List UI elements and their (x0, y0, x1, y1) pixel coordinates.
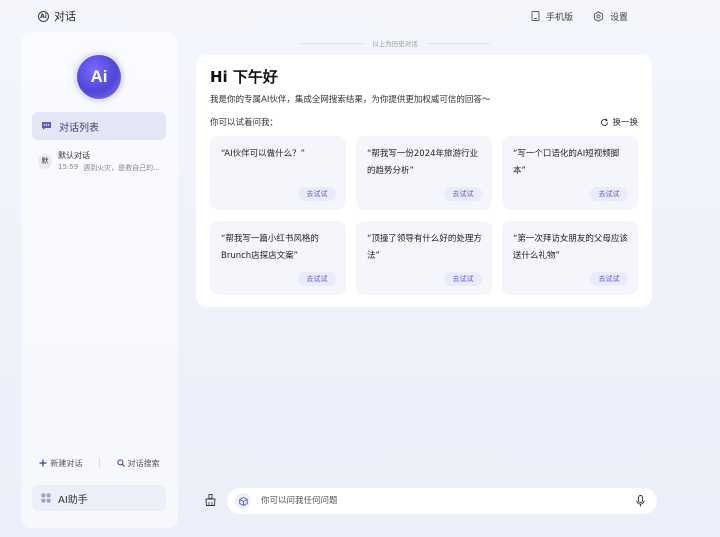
history-label: 以上为历史对话 (372, 40, 418, 48)
conversation-meta: 15:59 遇到火灾，是救自己的... (58, 163, 166, 173)
mobile-version-button[interactable]: 手机版 (531, 10, 573, 23)
top-bar: Ai 对话 手机版 设置 (0, 0, 720, 32)
gear-icon (593, 10, 604, 22)
refresh-label: 换一换 (612, 118, 638, 128)
chat-input[interactable] (261, 496, 621, 506)
search-chat-button[interactable]: 对话搜索 (117, 458, 160, 469)
microphone-icon (635, 495, 645, 507)
cube-icon (238, 496, 248, 506)
settings-button[interactable]: 设置 (593, 10, 628, 23)
try-button[interactable]: 去试试 (444, 272, 482, 286)
settings-label: 设置 (609, 12, 628, 23)
conversation-preview: 遇到火灾，是救自己的... (83, 163, 160, 172)
app-brand: Ai 对话 (38, 8, 76, 24)
conversation-item[interactable]: 默 默认对话 15:59 遇到火灾，是救自己的... (32, 147, 166, 175)
microphone-button[interactable] (633, 494, 647, 508)
broom-clear-icon (205, 494, 216, 506)
new-chat-label: 新建对话 (50, 458, 83, 468)
app-title: 对话 (54, 10, 76, 23)
ai-avatar: Ai (77, 55, 121, 99)
suggestion-text: “顶撞了领导有什么好的处理方法” (367, 234, 482, 261)
refresh-suggestions-button[interactable]: 换一换 (600, 116, 638, 128)
suggestion-text: “第一次拜访女朋友的父母应该送什么礼物” (513, 234, 628, 261)
divider-line-left (300, 42, 365, 44)
search-icon (117, 459, 125, 467)
suggestion-text: “帮我写一篇小红书风格的Brunch店探店文案” (221, 234, 319, 261)
suggestion-card[interactable]: “写一个口语化的AI短视频脚本” 去试试 (502, 136, 638, 210)
try-button[interactable]: 去试试 (298, 272, 336, 286)
welcome-card: Hi 下午好 我是你的专属AI伙伴，集成全网搜索结果，为你提供更加权威可信的回答… (196, 55, 652, 307)
conversation-title: 默认对话 (58, 150, 90, 160)
suggestion-text: “写一个口语化的AI短视频脚本” (513, 149, 620, 176)
try-button[interactable]: 去试试 (444, 187, 482, 201)
refresh-icon (600, 118, 609, 127)
suggestion-card[interactable]: “顶撞了领导有什么好的处理方法” 去试试 (356, 221, 492, 295)
plus-icon (39, 459, 47, 467)
grid-apps-icon (41, 493, 51, 503)
sidebar-item-conversation-list[interactable]: 对话列表 (32, 112, 166, 140)
chat-bubble-icon (41, 121, 52, 131)
try-button[interactable]: 去试试 (590, 187, 628, 201)
conversation-time: 15:59 (58, 162, 79, 171)
tablet-icon (531, 11, 540, 21)
try-button[interactable]: 去试试 (590, 272, 628, 286)
conversation-badge: 默 (38, 153, 52, 169)
greeting-title: Hi 下午好 (210, 68, 278, 86)
suggestion-text: “AI伙伴可以做什么？” (221, 149, 306, 159)
ai-assistant-button[interactable]: AI助手 (32, 485, 166, 511)
top-actions: 手机版 设置 (531, 10, 628, 23)
sidebar: Ai 对话列表 默 默认对话 15:59 遇到火灾，是救自己的... 新建对话 (21, 32, 178, 528)
mobile-version-label: 手机版 (545, 12, 573, 23)
suggestions-label: 你可以试着问我： (210, 118, 279, 128)
suggestion-text: “帮我写一份2024年旅游行业的趋势分析” (367, 149, 479, 176)
edit-button[interactable] (201, 491, 219, 509)
sidebar-item-label: 对话列表 (59, 122, 99, 134)
conversation-text: 默认对话 15:59 遇到火灾，是救自己的... (58, 150, 166, 173)
divider (98, 458, 100, 468)
ai-logo-icon: Ai (38, 10, 49, 22)
new-chat-button[interactable]: 新建对话 (39, 458, 82, 469)
ai-assistant-label: AI助手 (58, 494, 88, 506)
search-chat-label: 对话搜索 (127, 458, 160, 468)
sidebar-actions: 新建对话 对话搜索 (21, 456, 178, 470)
divider-line-right (425, 42, 490, 44)
history-divider: 以上为历史对话 (300, 38, 490, 48)
chat-input-bar (227, 488, 657, 514)
try-button[interactable]: 去试试 (298, 187, 336, 201)
suggestion-card[interactable]: “第一次拜访女朋友的父母应该送什么礼物” 去试试 (502, 221, 638, 295)
plugin-button[interactable] (235, 493, 251, 509)
suggestion-card[interactable]: “帮我写一篇小红书风格的Brunch店探店文案” 去试试 (210, 221, 346, 295)
intro-text: 我是你的专属AI伙伴，集成全网搜索结果，为你提供更加权威可信的回答～ (210, 95, 491, 105)
suggestion-card[interactable]: “帮我写一份2024年旅游行业的趋势分析” 去试试 (356, 136, 492, 210)
suggestion-card[interactable]: “AI伙伴可以做什么？” 去试试 (210, 136, 346, 210)
